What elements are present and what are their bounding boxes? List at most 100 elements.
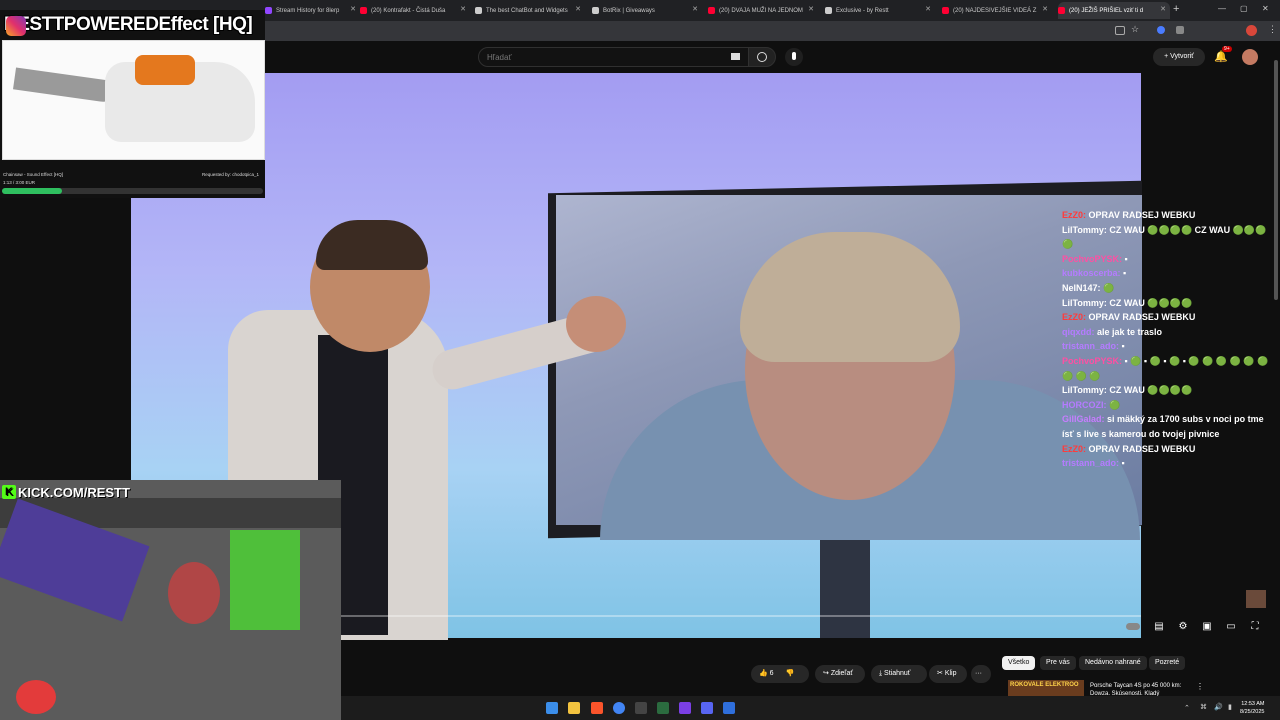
browser-tab[interactable]: (20) NAJDESIVEJŠIE VIDEÁ Z ✕ xyxy=(942,2,1052,19)
minimize-icon[interactable]: — xyxy=(1218,4,1226,13)
page-scrollbar[interactable] xyxy=(1274,60,1278,300)
brave-browser-icon[interactable] xyxy=(591,702,603,714)
extensions-puzzle-icon[interactable] xyxy=(1176,26,1184,34)
search-input[interactable]: Hľadať xyxy=(478,47,750,67)
search-icon xyxy=(757,52,767,62)
tab-favicon-icon xyxy=(825,7,832,14)
account-avatar[interactable] xyxy=(1242,49,1258,65)
obs-icon[interactable] xyxy=(635,702,647,714)
sfx-time: 1:13 / 3:00 EUR xyxy=(3,180,36,185)
tray-chevron-icon[interactable]: ⌃ xyxy=(1184,704,1190,712)
close-icon[interactable]: ✕ xyxy=(808,5,814,13)
browser-tab[interactable]: (20) Kontrafakt - Čistá Duša ✕ xyxy=(360,2,470,19)
close-icon[interactable]: ✕ xyxy=(460,5,466,13)
extension-icon[interactable] xyxy=(1157,26,1165,34)
chat-message: LilTommy: CZ WAU 🟢🟢🟢🟢 xyxy=(1062,383,1272,398)
app-icon[interactable] xyxy=(657,702,669,714)
close-icon[interactable]: ✕ xyxy=(1160,5,1166,13)
close-icon[interactable]: ✕ xyxy=(350,5,356,13)
chrome-icon[interactable] xyxy=(613,702,625,714)
chat-username: HORCOZI: xyxy=(1062,399,1107,410)
keyboard-icon[interactable] xyxy=(731,53,740,60)
tab-label: (20) DVAJA MUŽI NA JEDNOM xyxy=(719,7,803,14)
new-tab-button[interactable]: + xyxy=(1173,3,1179,15)
subtitles-icon[interactable]: ▤ xyxy=(1152,620,1166,633)
clip-button[interactable]: ✂ Klip xyxy=(929,665,967,683)
create-button[interactable]: + Vytvoriť xyxy=(1153,48,1205,66)
file-explorer-icon[interactable] xyxy=(568,702,580,714)
close-icon[interactable]: ✕ xyxy=(925,5,931,13)
sfx-progress-fill xyxy=(2,188,63,194)
browser-tab[interactable]: Stream History for 8lerp ✕ xyxy=(265,2,360,19)
download-label: Stiahnuť xyxy=(884,670,911,677)
chat-username: qiqxdd: xyxy=(1062,326,1095,337)
taskbar-clock[interactable]: 12:53 AM 8/25/2025 xyxy=(1240,700,1264,716)
windows-start-icon[interactable] xyxy=(546,702,558,714)
video-menu-icon[interactable]: ⋮ xyxy=(1196,682,1204,691)
discord-icon[interactable] xyxy=(701,702,713,714)
twitch-icon[interactable] xyxy=(679,702,691,714)
chat-username: EzZ0: xyxy=(1062,210,1087,220)
chat-text: CZ WAU 🟢🟢🟢🟢 xyxy=(1109,297,1193,308)
notification-badge: 9+ xyxy=(1222,46,1232,52)
battery-icon[interactable]: ▮ xyxy=(1228,703,1232,711)
chat-text: ale jak te traslo xyxy=(1097,326,1163,337)
tab-favicon-icon xyxy=(475,7,482,14)
bookmark-star-icon[interactable]: ☆ xyxy=(1131,24,1139,35)
tab-favicon-icon xyxy=(592,7,599,14)
chat-username: EzZ0: xyxy=(1062,312,1087,323)
chip-all[interactable]: Všetko xyxy=(1002,656,1036,670)
chat-username: GillGalad: xyxy=(1062,414,1105,425)
maximize-icon[interactable]: ▢ xyxy=(1240,4,1248,13)
browser-tab[interactable]: The best ChatBot and Widgets ✕ xyxy=(475,2,585,19)
browser-tab-active[interactable]: (20) JEŽIŠ PRIŠIEL vziť ti d ✕ xyxy=(1058,2,1170,19)
miniplayer-icon[interactable]: ▣ xyxy=(1200,620,1214,633)
create-label: Vytvoriť xyxy=(1170,53,1194,60)
channel-watermark[interactable] xyxy=(1246,590,1266,608)
chip-watched[interactable]: Pozreté xyxy=(1149,656,1186,670)
chat-text: OPRAV RADSEJ WEBKU xyxy=(1088,312,1196,323)
theater-mode-icon[interactable]: ▭ xyxy=(1224,620,1238,633)
tab-label: Exclusive - by Restt xyxy=(836,7,889,14)
sfx-requested-by: Requested by: chodotpica_1 xyxy=(202,172,260,177)
kick-logo-icon: K xyxy=(2,485,16,499)
browser-tab[interactable]: (20) DVAJA MUŽI NA JEDNOM ✕ xyxy=(708,2,818,19)
chat-username: NelN147: xyxy=(1062,282,1101,293)
voice-search-button[interactable] xyxy=(785,48,803,66)
chip-for-you[interactable]: Pre vás xyxy=(1040,656,1076,670)
menu-kebab-icon[interactable]: ⋮ xyxy=(1268,24,1277,35)
close-icon[interactable]: ✕ xyxy=(1042,5,1048,13)
like-icon[interactable]: 👍 xyxy=(759,670,770,677)
sfx-title: RESTTPOWEREDEffect [HQ] xyxy=(4,14,253,35)
chat-message: LilTommy: CZ WAU 🟢🟢🟢🟢 CZ WAU 🟢🟢🟢🟢 xyxy=(1062,223,1272,252)
download-button[interactable]: ⤓ Stiahnuť xyxy=(871,665,927,683)
chat-message: EzZ0: OPRAV RADSEJ WEBKU xyxy=(1062,208,1272,223)
close-window-icon[interactable]: ✕ xyxy=(1262,4,1269,13)
close-icon[interactable]: ✕ xyxy=(692,5,698,13)
settings-gear-icon[interactable]: ⚙ xyxy=(1176,620,1190,633)
search-button[interactable] xyxy=(748,47,776,67)
chainsaw-top xyxy=(135,55,195,85)
chip-recently-uploaded[interactable]: Nedávno nahrané xyxy=(1079,656,1147,670)
dislike-icon[interactable]: 👎 xyxy=(786,670,795,677)
fullscreen-icon[interactable]: ⛶ xyxy=(1248,620,1262,633)
clock-date: 8/25/2025 xyxy=(1240,709,1265,715)
network-icon[interactable]: ⌘ xyxy=(1200,703,1207,711)
install-app-icon[interactable] xyxy=(1115,26,1125,35)
close-icon[interactable]: ✕ xyxy=(575,5,581,13)
kick-url: KICK.COM/RESTT xyxy=(18,484,130,500)
profile-avatar[interactable] xyxy=(1246,25,1257,36)
volume-icon[interactable]: 🔊 xyxy=(1214,703,1223,711)
kick-brand: K KICK.COM/RESTT xyxy=(2,484,130,500)
browser-tab[interactable]: BotRix | Giveaways ✕ xyxy=(592,2,702,19)
autoplay-toggle[interactable] xyxy=(1126,623,1140,630)
more-actions-button[interactable]: ··· xyxy=(971,665,991,683)
browser-tab[interactable]: Exclusive - by Restt ✕ xyxy=(825,2,935,19)
chat-text: 🟢 xyxy=(1109,399,1121,410)
chat-message: LilTommy: CZ WAU 🟢🟢🟢🟢 xyxy=(1062,296,1272,311)
video-progress-bar[interactable] xyxy=(341,615,1141,617)
share-button[interactable]: ↪ Zdieľať xyxy=(815,665,865,683)
like-dislike-group[interactable]: 👍 6 👎 xyxy=(751,665,809,683)
app-icon-2[interactable] xyxy=(723,702,735,714)
chat-message: NelN147: 🟢 xyxy=(1062,281,1272,296)
